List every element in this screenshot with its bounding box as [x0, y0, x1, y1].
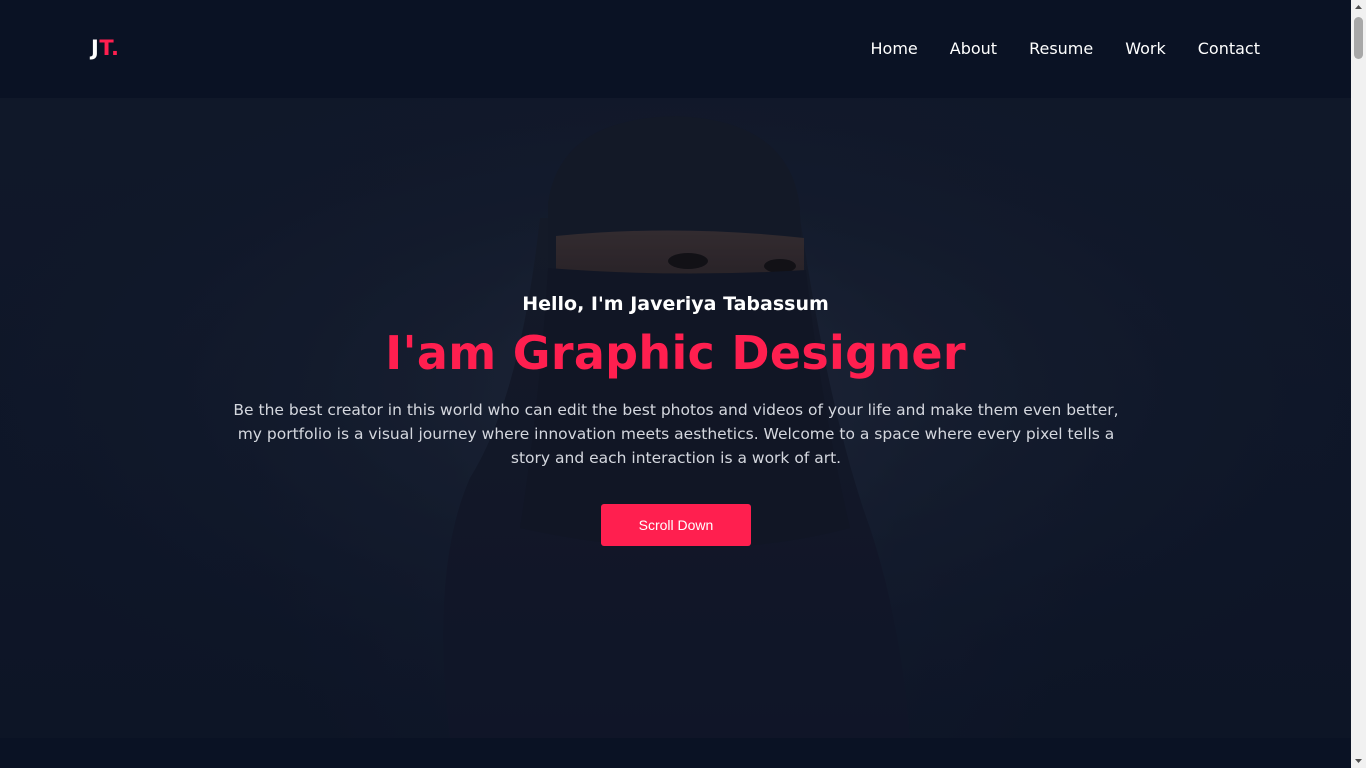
page-scrollbar[interactable] — [1351, 0, 1366, 768]
scroll-down-button[interactable]: Scroll Down — [601, 504, 751, 546]
chevron-up-icon[interactable] — [1351, 0, 1366, 15]
next-section-edge — [0, 738, 1351, 768]
hero-greeting: Hello, I'm Javeriya Tabassum — [522, 293, 829, 315]
page: JT. Home About Resume Work Contact Hello… — [0, 0, 1351, 768]
chevron-down-icon[interactable] — [1351, 753, 1366, 768]
nav-item-work[interactable]: Work — [1125, 38, 1166, 60]
nav-item-resume[interactable]: Resume — [1029, 38, 1093, 60]
site-logo[interactable]: JT. — [91, 36, 119, 60]
hero-bio: Be the best creator in this world who ca… — [233, 401, 1119, 467]
site-header: JT. Home About Resume Work Contact — [0, 0, 1351, 98]
hero-section: Hello, I'm Javeriya Tabassum I'am Graphi… — [0, 98, 1351, 738]
scrollbar-thumb[interactable] — [1354, 17, 1363, 59]
hero-headline: I'am Graphic Designer — [385, 326, 966, 380]
nav-item-about[interactable]: About — [950, 38, 997, 60]
nav-item-contact[interactable]: Contact — [1198, 38, 1260, 60]
logo-accent: T. — [99, 36, 120, 60]
hero-content: Hello, I'm Javeriya Tabassum I'am Graphi… — [0, 98, 1351, 738]
main-nav: Home About Resume Work Contact — [871, 38, 1260, 60]
nav-item-home[interactable]: Home — [871, 38, 918, 60]
